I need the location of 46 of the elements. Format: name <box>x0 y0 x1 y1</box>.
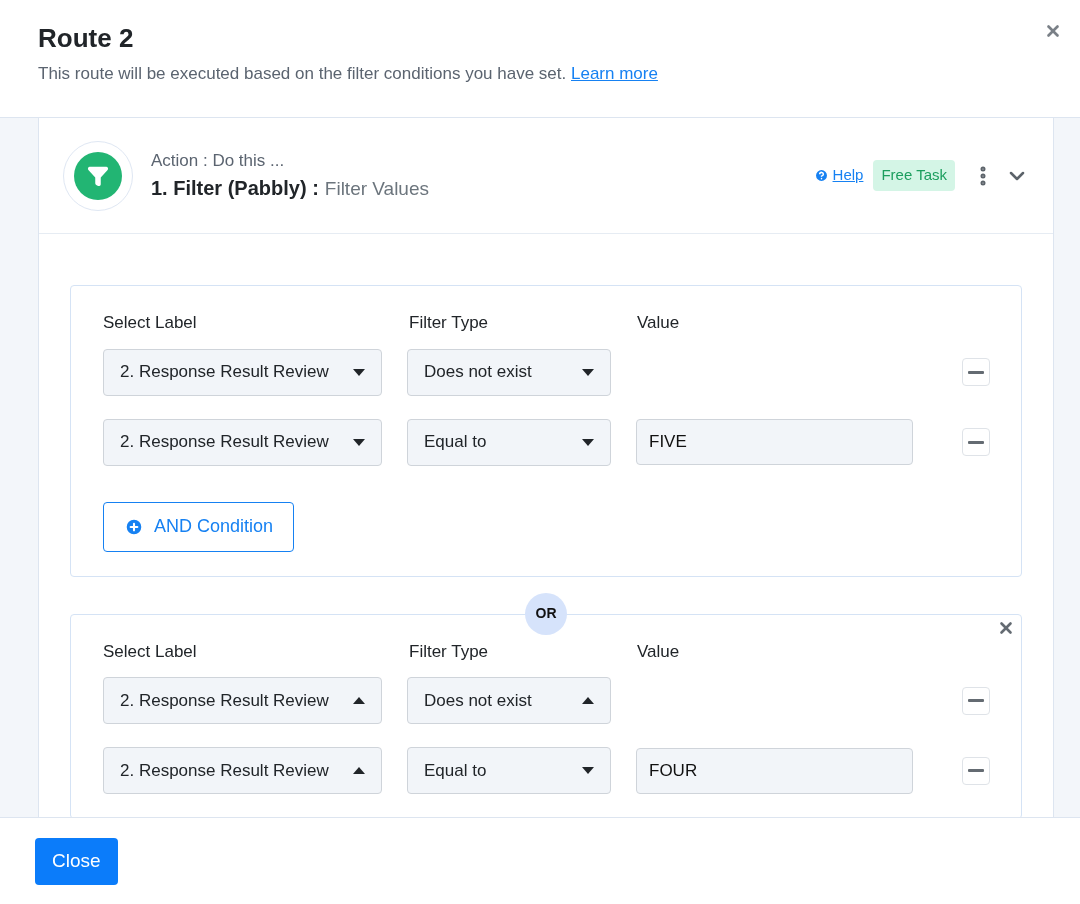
step-title: 1. Filter (Pabbly) : <box>151 176 319 201</box>
column-label: Value <box>637 640 680 663</box>
help-icon <box>813 168 829 183</box>
minus-icon <box>968 440 984 444</box>
column-label: Value <box>637 312 680 334</box>
select-dropdown[interactable]: 2. Response Result Review <box>103 747 382 794</box>
minus-icon <box>968 370 984 374</box>
column-label: Select Label <box>103 312 198 334</box>
select-dropdown[interactable]: Does not exist <box>407 348 611 396</box>
caret-down-icon <box>353 368 365 376</box>
select-dropdown[interactable]: Does not exist <box>407 677 611 724</box>
learn-more-link[interactable]: Learn more <box>571 63 658 83</box>
help-link[interactable]: Help <box>813 164 864 187</box>
close-button[interactable]: Close <box>35 837 118 885</box>
plus-icon <box>124 516 144 537</box>
or-separator: OR <box>525 592 567 635</box>
select-dropdown[interactable]: 2. Response Result Review <box>103 418 382 466</box>
remove-row-button[interactable] <box>962 686 990 715</box>
column-label: Select Label <box>103 640 198 663</box>
remove-row-button[interactable] <box>962 358 990 386</box>
modal-description: This route will be executed based on the filter conditions you have set. Learn more <box>38 62 659 85</box>
caret-up-icon <box>582 697 594 704</box>
column-label: Filter Type <box>409 640 490 663</box>
select-dropdown[interactable]: Equal to <box>407 418 611 466</box>
close-icon[interactable] <box>1044 22 1062 40</box>
value-input[interactable]: FOUR <box>636 747 913 794</box>
and-condition-button[interactable]: AND Condition <box>103 501 295 552</box>
step-subtitle: Filter Values <box>324 177 429 201</box>
caret-down-icon <box>582 438 594 446</box>
caret-down-icon <box>582 767 594 774</box>
remove-row-button[interactable] <box>962 756 990 785</box>
minus-icon <box>968 769 984 772</box>
select-dropdown[interactable]: 2. Response Result Review <box>103 677 382 724</box>
remove-row-button[interactable] <box>962 428 990 456</box>
select-dropdown[interactable]: 2. Response Result Review <box>103 348 382 396</box>
caret-up-icon <box>353 697 365 704</box>
column-label: Filter Type <box>409 312 490 334</box>
caret-down-icon <box>353 438 365 446</box>
minus-icon <box>968 699 984 702</box>
value-input[interactable]: FIVE <box>636 419 913 465</box>
caret-up-icon <box>353 767 365 774</box>
step-kicker: Action : Do this ... <box>151 149 286 172</box>
select-dropdown[interactable]: Equal to <box>407 747 611 794</box>
free-task-badge: Free Task <box>873 160 955 191</box>
caret-down-icon <box>582 368 594 376</box>
modal-title: Route 2 <box>38 22 135 55</box>
